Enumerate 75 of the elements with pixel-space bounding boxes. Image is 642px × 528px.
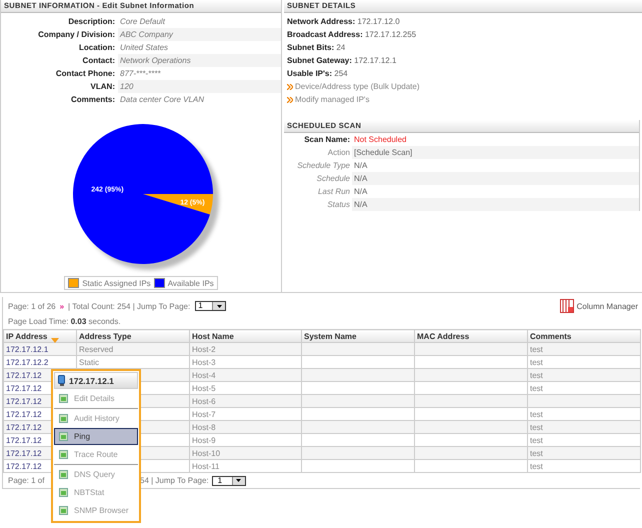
double-chevron-icon: [287, 96, 293, 102]
table-cell: test: [528, 420, 640, 434]
field-value: N/A: [353, 160, 368, 172]
legend-label: Available IPs: [168, 278, 214, 288]
table-cell: Host-2: [190, 342, 302, 356]
column-header[interactable]: Comments: [528, 330, 640, 342]
table-cell: Host-4: [190, 368, 302, 382]
field-value: 254: [334, 69, 348, 78]
field-label: Contact Phone:: [54, 68, 116, 80]
field-label: Location:: [78, 42, 116, 54]
next-page-link[interactable]: »: [58, 302, 66, 310]
column-header[interactable]: MAC Address: [414, 330, 528, 342]
computer-icon: [58, 375, 65, 386]
field-label: Last Run: [316, 186, 351, 198]
table-cell: Host-11: [190, 460, 302, 472]
field-label: Usable IP's:: [287, 69, 332, 78]
field-value: 877-***-****: [119, 68, 162, 80]
field-value: Core Default: [119, 16, 166, 28]
field-value: 24: [336, 43, 346, 52]
column-header[interactable]: Address Type: [76, 330, 190, 342]
ip-address-link[interactable]: 172.17.12.1: [4, 342, 76, 356]
dropdown-arrow-icon: [236, 479, 242, 482]
page-select[interactable]: 1: [212, 476, 246, 486]
column-header[interactable]: System Name: [302, 330, 414, 342]
field-value: Not Scheduled: [353, 134, 408, 146]
table-cell: test: [528, 368, 640, 382]
field-label: Subnet Gateway:: [287, 56, 352, 65]
field-value: 120: [118, 80, 281, 93]
page-indicator: Page: 1 of: [7, 476, 46, 485]
total-count: | Total Count: 254 | Jump To Page:: [68, 302, 190, 310]
field-label: Contact:: [82, 55, 116, 67]
table-cell: Host-10: [190, 446, 302, 460]
field-value: 172.17.12.255: [364, 30, 416, 39]
dropdown-arrow-icon: [216, 304, 222, 308]
field-label: Comments:: [70, 94, 116, 106]
field-label: Schedule Type: [296, 160, 351, 172]
field-value: Data center Core VLAN: [119, 94, 206, 106]
field-label: Status: [326, 199, 351, 211]
legend-label: Static Assigned IPs: [82, 278, 151, 288]
table-cell: test: [528, 460, 640, 472]
page-select[interactable]: 1: [195, 301, 226, 311]
column-manager-icon[interactable]: [560, 299, 574, 313]
column-header[interactable]: IP Address: [4, 330, 76, 342]
field-value[interactable]: [Schedule Scan]: [352, 146, 639, 159]
field-value: Network Operations: [118, 54, 281, 67]
field-value: N/A: [352, 198, 639, 211]
field-label: Network Address:: [287, 17, 356, 26]
field-value: United States: [119, 42, 170, 54]
field-value: N/A: [352, 172, 639, 185]
field-label: Scan Name:: [303, 134, 351, 146]
table-cell: Host-6: [190, 394, 302, 408]
field-label: Action: [326, 147, 351, 159]
field-value: N/A: [353, 186, 368, 198]
field-label: Company / Division:: [37, 29, 116, 41]
action-link[interactable]: Modify managed IP's: [295, 95, 370, 104]
field-label: Description:: [67, 16, 116, 28]
menu-item[interactable]: Ping: [54, 428, 138, 445]
field-label: Schedule: [316, 173, 351, 185]
field-label: Subnet Bits:: [287, 43, 334, 52]
action-link[interactable]: Device/Address type (Bulk Update): [295, 82, 420, 91]
page-indicator: Page: 1 of 26: [8, 302, 56, 310]
table-cell: Reserved: [76, 342, 190, 356]
field-value: 172.17.12.0: [357, 17, 400, 26]
table-cell: Host-8: [190, 420, 302, 434]
page-load-time: Page Load Time: 0.03 seconds.: [7, 316, 122, 328]
column-header[interactable]: Host Name: [190, 330, 302, 342]
field-label: Broadcast Address:: [287, 30, 363, 39]
table-cell: test: [528, 342, 640, 356]
tool-icon: [59, 394, 68, 403]
field-value: 172.17.12.1: [354, 56, 396, 65]
double-chevron-icon: [287, 84, 293, 90]
table-cell: test: [528, 446, 640, 460]
field-value: ABC Company: [118, 28, 281, 41]
column-manager-link[interactable]: Column Manager: [576, 302, 638, 310]
field-label: VLAN:: [90, 81, 116, 93]
